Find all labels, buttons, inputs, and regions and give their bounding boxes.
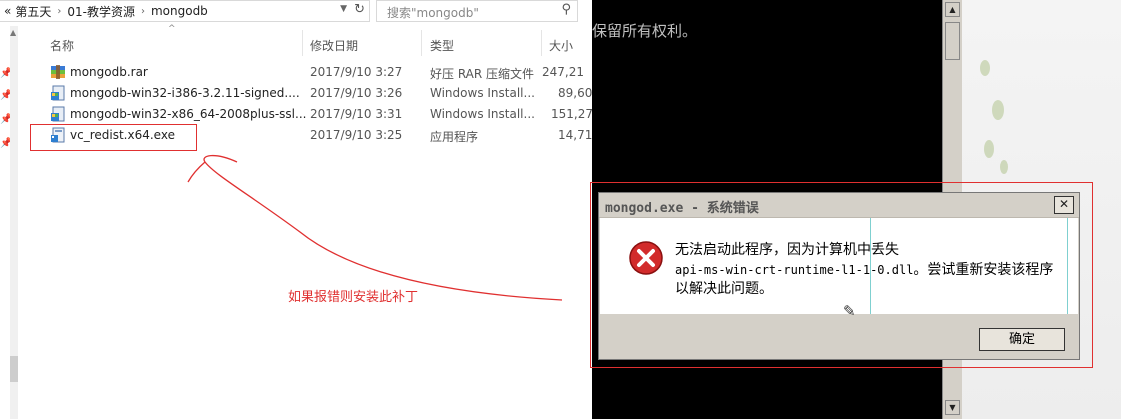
scroll-up-icon[interactable]: ▲ xyxy=(945,2,960,17)
console-text: 保留所有权利。 xyxy=(592,22,698,40)
file-row[interactable]: mongodb-win32-i386-3.2.11-signed.... 201… xyxy=(30,83,592,104)
file-name[interactable]: mongodb.rar xyxy=(70,65,148,79)
pen-cursor-icon: ✎ xyxy=(843,302,856,320)
sort-ascending-icon: ^ xyxy=(168,24,176,34)
close-icon[interactable]: ✕ xyxy=(1054,196,1074,214)
leaf-decoration xyxy=(992,100,1004,120)
dialog-titlebar[interactable]: mongod.exe - 系统错误 ✕ xyxy=(599,193,1079,218)
leaf-decoration xyxy=(984,140,994,158)
file-date: 2017/9/10 3:26 xyxy=(310,86,403,100)
guide-line xyxy=(870,218,871,314)
highlight-box xyxy=(30,124,197,151)
address-bar[interactable]: « 第五天 › 01-教学资源 › mongodb ▼ ↻ xyxy=(0,0,370,22)
error-message-text: 。尝试重新安装该程序 xyxy=(913,262,1054,278)
error-message-line: 无法启动此程序，因为计算机中丢失 xyxy=(675,242,899,258)
leaf-decoration xyxy=(980,60,990,76)
dialog-body: 无法启动此程序，因为计算机中丢失 api-ms-win-crt-runtime-… xyxy=(600,218,1078,320)
file-date: 2017/9/10 3:27 xyxy=(310,65,403,79)
file-explorer-window: « 第五天 › 01-教学资源 › mongodb ▼ ↻ 搜索"mongodb… xyxy=(0,0,593,419)
chevron-down-icon[interactable]: ▼ xyxy=(340,4,347,14)
file-date: 2017/9/10 3:25 xyxy=(310,128,403,142)
scroll-up-icon[interactable]: ▲ xyxy=(10,28,16,37)
scroll-down-icon[interactable]: ▼ xyxy=(945,400,960,415)
column-header-date[interactable]: 修改日期 xyxy=(310,34,358,56)
ok-button[interactable]: 确定 xyxy=(979,328,1065,351)
file-type: Windows Install... xyxy=(430,86,535,100)
error-message-line: api-ms-win-crt-runtime-l1-1-0.dll。尝试重新安装… xyxy=(675,259,1053,279)
msi-installer-icon xyxy=(51,106,65,122)
file-name[interactable]: mongodb-win32-x86_64-2008plus-ssl... xyxy=(70,107,306,121)
breadcrumb-item[interactable]: 第五天 xyxy=(15,3,51,20)
breadcrumb-chevron-icon: › xyxy=(140,5,145,17)
file-type: Windows Install... xyxy=(430,107,535,121)
file-size: 247,21 xyxy=(542,65,584,79)
file-row[interactable]: mongodb.rar 2017/9/10 3:27 好压 RAR 压缩文件 2… xyxy=(30,62,592,83)
leaf-decoration xyxy=(1000,160,1008,174)
breadcrumb-chevron-icon: › xyxy=(57,5,62,17)
scrollbar-thumb[interactable] xyxy=(10,356,18,382)
column-divider[interactable] xyxy=(302,30,303,56)
column-header-name[interactable]: 名称 xyxy=(50,34,74,56)
missing-dll-name: api-ms-win-crt-runtime-l1-1-0.dll xyxy=(675,263,914,277)
column-divider[interactable] xyxy=(421,30,422,56)
annotation-text: 如果报错则安装此补丁 xyxy=(288,290,419,305)
breadcrumb-item[interactable]: 01-教学资源 xyxy=(67,3,135,20)
error-icon xyxy=(629,241,663,275)
file-row[interactable]: mongodb-win32-x86_64-2008plus-ssl... 201… xyxy=(30,104,593,125)
error-dialog: mongod.exe - 系统错误 ✕ 无法启动此程序，因为计算机中丢失 api… xyxy=(598,192,1080,360)
breadcrumb-item[interactable]: mongodb xyxy=(151,4,208,18)
column-header-size[interactable]: 大小 xyxy=(549,34,573,56)
file-type: 应用程序 xyxy=(430,130,479,144)
dialog-title: mongod.exe - 系统错误 xyxy=(605,201,759,216)
nav-scrollbar[interactable]: ▲ xyxy=(10,26,18,419)
search-icon[interactable]: ⚲ xyxy=(561,2,571,17)
search-box[interactable]: 搜索"mongodb" ⚲ xyxy=(376,0,578,22)
msi-installer-icon xyxy=(51,85,65,101)
file-name[interactable]: mongodb-win32-i386-3.2.11-signed.... xyxy=(70,86,300,100)
guide-line xyxy=(1067,218,1068,314)
error-message-line: 以解决此问题。 xyxy=(675,281,773,297)
scrollbar-thumb[interactable] xyxy=(945,22,960,60)
file-date: 2017/9/10 3:31 xyxy=(310,107,403,121)
search-input[interactable]: 搜索"mongodb" xyxy=(387,4,479,21)
refresh-icon[interactable]: ↻ xyxy=(354,2,365,17)
rar-archive-icon xyxy=(51,65,65,79)
column-divider[interactable] xyxy=(541,30,542,56)
file-type: 好压 RAR 压缩文件 xyxy=(430,67,535,81)
breadcrumb-overflow[interactable]: « xyxy=(4,4,11,18)
column-header-type[interactable]: 类型 xyxy=(430,34,454,56)
